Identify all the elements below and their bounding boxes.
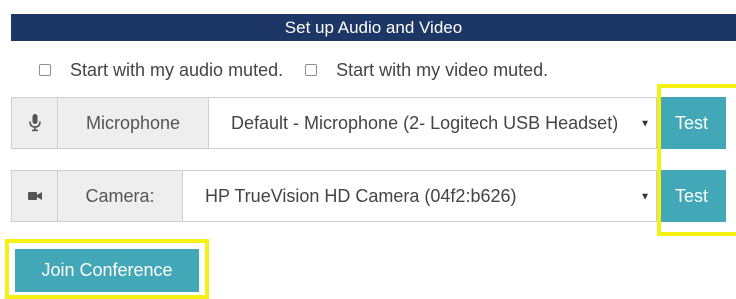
microphone-label: Microphone: [57, 97, 208, 149]
camera-select[interactable]: HP TrueVision HD Camera (04f2:b626) ▼: [182, 170, 657, 222]
test-buttons-highlight: [657, 84, 736, 236]
video-muted-label[interactable]: Start with my video muted.: [336, 60, 548, 81]
camera-icon: [11, 170, 57, 222]
audio-muted-checkbox[interactable]: [39, 64, 51, 76]
camera-label: Camera:: [57, 170, 182, 222]
video-muted-checkbox[interactable]: [305, 64, 318, 76]
microphone-dropdown-caret-icon[interactable]: ▼: [640, 119, 650, 130]
audio-muted-label[interactable]: Start with my audio muted.: [70, 60, 283, 81]
microphone-icon: [11, 97, 57, 149]
start-options: Start with my audio muted. Start with my…: [39, 56, 570, 84]
microphone-select[interactable]: Default - Microphone (2- Logitech USB He…: [208, 97, 657, 149]
video-muted-option[interactable]: Start with my video muted.: [305, 60, 548, 81]
camera-row: Camera: HP TrueVision HD Camera (04f2:b6…: [11, 170, 726, 222]
audio-muted-option[interactable]: Start with my audio muted.: [39, 60, 283, 81]
camera-selected-value[interactable]: HP TrueVision HD Camera (04f2:b626): [183, 186, 516, 207]
join-button-highlight: [5, 239, 209, 299]
camera-dropdown-caret-icon[interactable]: ▼: [640, 192, 650, 203]
microphone-selected-value[interactable]: Default - Microphone (2- Logitech USB He…: [209, 113, 650, 134]
microphone-row: Microphone Default - Microphone (2- Logi…: [11, 97, 726, 149]
dialog-title: Set up Audio and Video: [11, 14, 736, 41]
